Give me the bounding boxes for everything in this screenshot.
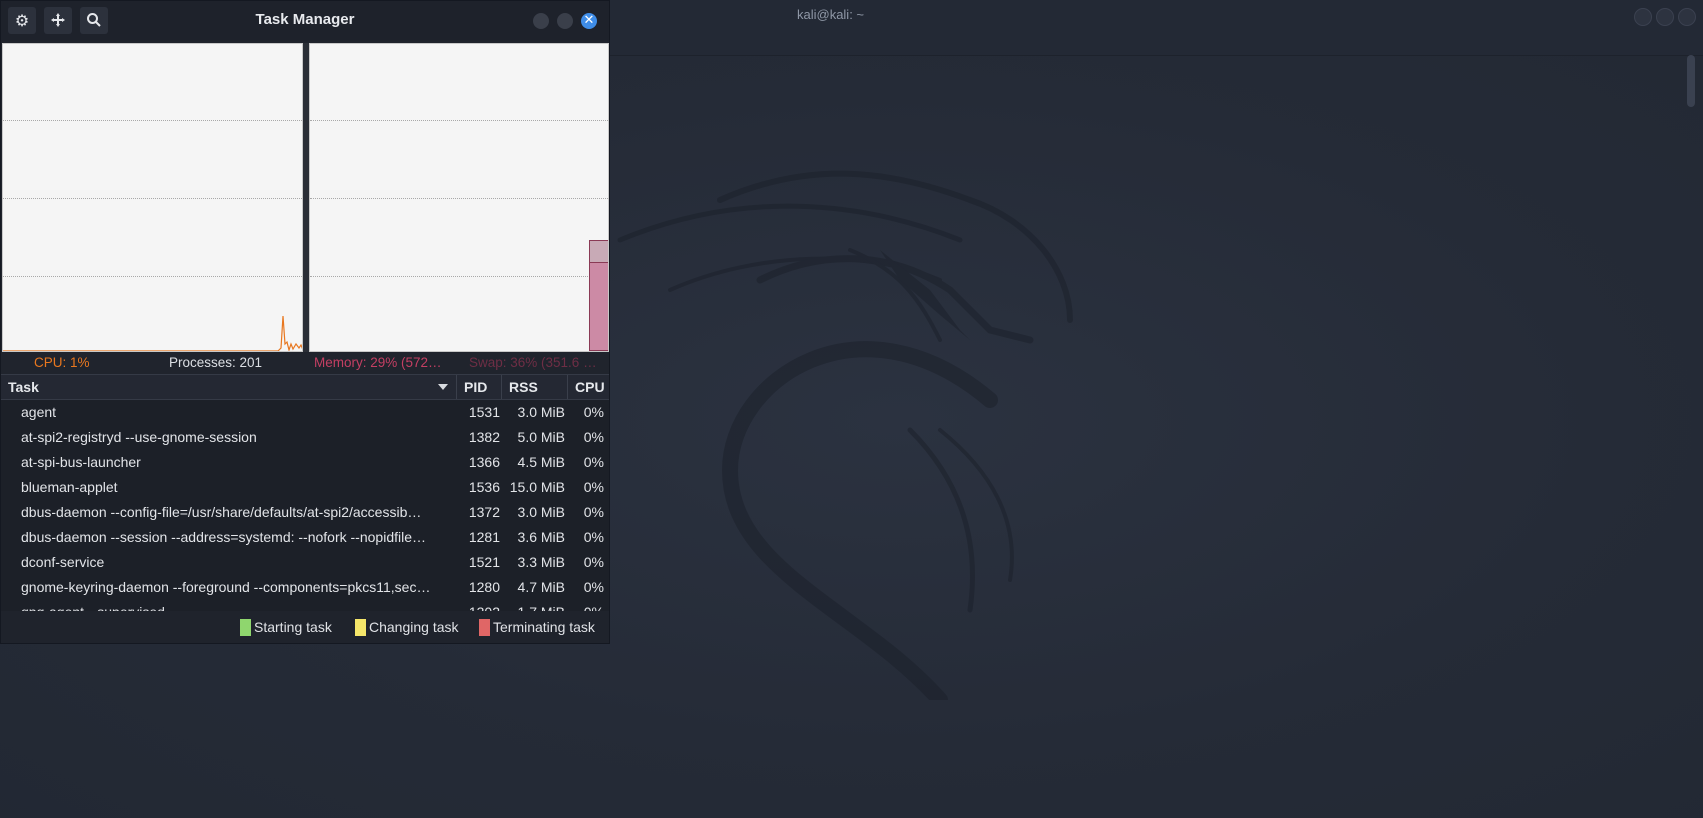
rss-cell: 15.0 MiB [509, 479, 565, 495]
rss-cell: 5.0 MiB [517, 429, 565, 445]
cpu-cell: 0% [583, 404, 604, 420]
rss-cell: 3.0 MiB [517, 404, 565, 420]
task-name-cell: at-spi2-registryd --use-gnome-session [21, 429, 257, 445]
pid-cell: 1521 [468, 554, 500, 570]
minimize-button[interactable] [533, 13, 549, 29]
task-name-cell: dbus-daemon --session --address=systemd:… [21, 529, 426, 545]
close-button[interactable]: ✕ [581, 13, 597, 29]
pid-cell: 1280 [468, 579, 500, 595]
table-row[interactable]: blueman-applet 1536 15.0 MiB 0% [1, 476, 609, 501]
cpu-graph [2, 43, 303, 352]
memory-usage-bar [589, 262, 608, 351]
cpu-cell: 0% [567, 604, 604, 611]
column-header-cpu[interactable]: CPU [568, 375, 609, 399]
window-title: Task Manager [255, 11, 355, 28]
column-header-label: PID [464, 379, 488, 395]
table-row[interactable]: agent 1531 3.0 MiB 0% [1, 401, 609, 426]
kali-dragon-wallpaper [617, 170, 1073, 700]
table-row[interactable]: at-spi2-registryd --use-gnome-session 138… [1, 426, 609, 451]
legend: Starting task Changing task Terminating … [1, 613, 609, 641]
column-header-rss[interactable]: RSS [502, 375, 568, 399]
pid-cell: 1372 [468, 504, 500, 520]
starting-task-swatch [240, 619, 251, 636]
close-icon: ✕ [583, 13, 595, 28]
table-row[interactable]: dbus-daemon --session --address=systemd:… [1, 526, 609, 551]
process-table[interactable]: Task PID RSS CPU agent 1531 3.0 MiB 0% at-sp… [1, 374, 609, 611]
pid-cell: 1531 [468, 404, 500, 420]
cpu-cell: 0% [583, 554, 604, 570]
task-name-cell: agent [21, 404, 57, 420]
terminating-task-swatch [479, 619, 490, 636]
task-manager-headerbar[interactable]: ⚙ Task Manager ✕ [1, 1, 609, 41]
changing-task-label: Changing task [369, 619, 459, 635]
column-header-label: RSS [509, 379, 538, 395]
changing-task-swatch [355, 619, 366, 636]
cpu-cell: 0% [583, 529, 604, 545]
memory-graph [309, 43, 609, 352]
table-row[interactable]: gpg-agent --supervised13021.7 MiB0% [1, 601, 609, 611]
pid-cell: 1366 [468, 454, 500, 470]
cpu-cell: 0% [583, 454, 604, 470]
grid-line [310, 120, 608, 121]
table-row[interactable]: at-spi-bus-launcher 1366 4.5 MiB 0% [1, 451, 609, 476]
task-name-cell: gpg-agent --supervised [21, 604, 457, 611]
rss-cell: 3.0 MiB [517, 504, 565, 520]
column-header-pid[interactable]: PID [457, 375, 502, 399]
swap-status: Swap: 36% (351.6 … [469, 355, 597, 370]
terminating-task-label: Terminating task [493, 619, 595, 635]
table-row[interactable]: dbus-daemon --config-file=/usr/share/def… [1, 501, 609, 526]
task-name-cell: dconf-service [21, 554, 105, 570]
rss-cell: 3.3 MiB [517, 554, 565, 570]
cpu-cell: 0% [583, 579, 604, 595]
terminal-scrollbar[interactable] [1687, 55, 1695, 107]
rss-cell: 4.7 MiB [517, 579, 565, 595]
processes-status: Processes: 201 [169, 355, 263, 370]
table-row[interactable]: dconf-service 1521 3.3 MiB 0% [1, 551, 609, 576]
pid-cell: 1536 [468, 479, 500, 495]
task-manager-window: ⚙ Task Manager ✕ CPU: 1% Processes: 201 … [0, 0, 610, 644]
status-bar: CPU: 1% Processes: 201 Memory: 29% (572…… [1, 353, 609, 374]
pid-cell: 1281 [468, 529, 500, 545]
memory-status: Memory: 29% (572… [314, 355, 442, 370]
table-row[interactable]: gnome-keyring-daemon --foreground --comp… [1, 576, 609, 601]
cpu-status: CPU: 1% [34, 355, 90, 370]
task-name-cell: blueman-applet [21, 479, 118, 495]
maximize-button[interactable] [557, 13, 573, 29]
cpu-cell: 0% [583, 504, 604, 520]
starting-task-label: Starting task [254, 619, 332, 635]
cpu-cell: 0% [583, 479, 604, 495]
column-header-task[interactable]: Task [1, 375, 457, 399]
task-name-cell: dbus-daemon --config-file=/usr/share/def… [21, 504, 422, 520]
task-name-cell: gnome-keyring-daemon --foreground --comp… [21, 579, 431, 595]
terminal-maximize-button[interactable] [1656, 8, 1674, 26]
terminal-minimize-button[interactable] [1634, 8, 1652, 26]
grid-line [310, 276, 608, 277]
pid-cell: 1302 [457, 604, 500, 611]
column-header-label: CPU [575, 379, 605, 395]
column-header-label: Task [8, 379, 39, 395]
task-name-cell: at-spi-bus-launcher [21, 454, 141, 470]
terminal-close-button[interactable] [1678, 8, 1696, 26]
grid-line [310, 198, 608, 199]
rss-cell: 4.5 MiB [517, 454, 565, 470]
rss-cell: 1.7 MiB [503, 604, 565, 611]
pid-cell: 1382 [468, 429, 500, 445]
cpu-cell: 0% [583, 429, 604, 445]
table-header: Task PID RSS CPU [1, 374, 609, 400]
cpu-usage-line [3, 315, 302, 351]
rss-cell: 3.6 MiB [517, 529, 565, 545]
sort-descending-icon[interactable] [438, 384, 448, 390]
